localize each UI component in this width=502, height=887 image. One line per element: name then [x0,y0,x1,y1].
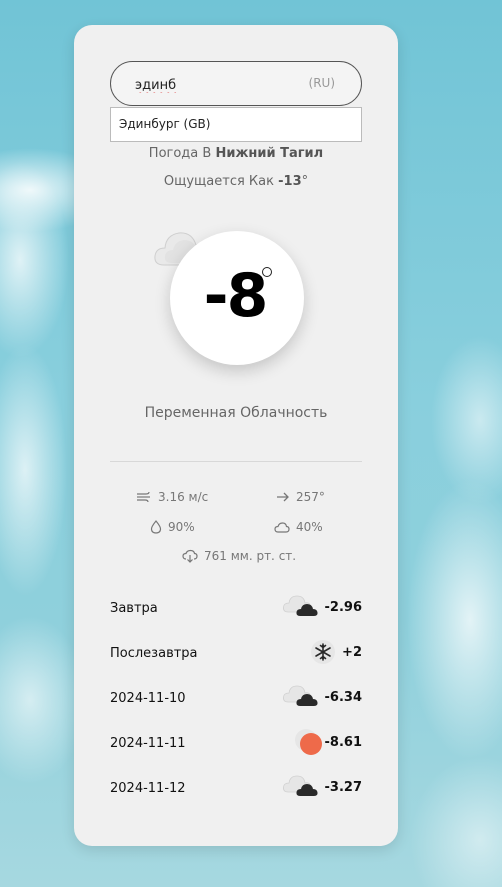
snow-icon [311,640,335,664]
divider [110,461,362,462]
forecast-date: Послезавтра [110,646,198,661]
degree-symbol [262,267,272,277]
forecast-temp: -6.34 [324,690,362,705]
cloudy-icon [283,775,318,796]
forecast-temp: -8.61 [324,735,362,750]
humidity-stat: 90% [150,520,195,534]
suggestion-list: Эдинбург (GB) [110,107,362,142]
forecast-row: 2024-11-11 -8.61 [110,727,362,757]
cloudy-icon [283,595,318,616]
city-heading: Погода В Нижний Тагил [74,146,398,161]
wind-stat: 3.16 м/с [136,490,208,504]
pressure-stat: 761 мм. рт. ст. [182,549,296,563]
search-box[interactable]: (RU) [110,61,362,106]
cloud-icon [274,522,290,533]
drop-icon [150,520,162,534]
wind-icon [137,491,150,503]
forecast-date: 2024-11-10 [110,691,186,706]
forecast-date: 2024-11-12 [110,781,186,796]
feels-like: Ощущается Как -13° [74,174,398,189]
search-input[interactable] [135,75,305,95]
pressure-value: 761 мм. рт. ст. [204,549,297,563]
weather-card: (RU) Эдинбург (GB) Погода В Нижний Тагил… [74,25,398,846]
forecast-row: 2024-11-10 -6.34 [110,682,362,712]
forecast-row: 2024-11-12 -3.27 [110,772,362,802]
feels-degree: ° [301,174,309,189]
cloudy-icon [283,685,318,706]
forecast-date: 2024-11-11 [110,736,186,751]
forecast-temp: +2 [342,645,362,660]
pressure-icon [182,549,198,563]
feels-prefix: Ощущается Как [163,174,274,189]
direction-value: 257° [296,490,325,504]
suggestion-item[interactable]: Эдинбург (GB) [119,117,210,131]
clouds-value: 40% [296,520,323,534]
weather-description: Переменная Облачность [144,405,328,421]
humidity-value: 90% [168,520,195,534]
forecast-date: Завтра [110,601,158,616]
forecast-temp: -2.96 [324,600,362,615]
arrow-right-icon [277,492,289,502]
direction-stat: 257° [276,490,325,504]
city-prefix: Погода В [148,146,212,161]
clouds-stat: 40% [274,520,323,534]
forecast-temp: -3.27 [324,780,362,795]
temperature-circle: -8 [170,231,304,365]
current-temperature: -8 [203,261,269,331]
city-name: Нижний Тагил [215,146,324,161]
forecast-row: Завтра -2.96 [110,592,362,622]
wind-value: 3.16 м/с [158,490,209,504]
feels-value: -13 [278,174,302,189]
forecast-row: Послезавтра +2 [110,637,362,667]
language-label: (RU) [308,76,335,90]
